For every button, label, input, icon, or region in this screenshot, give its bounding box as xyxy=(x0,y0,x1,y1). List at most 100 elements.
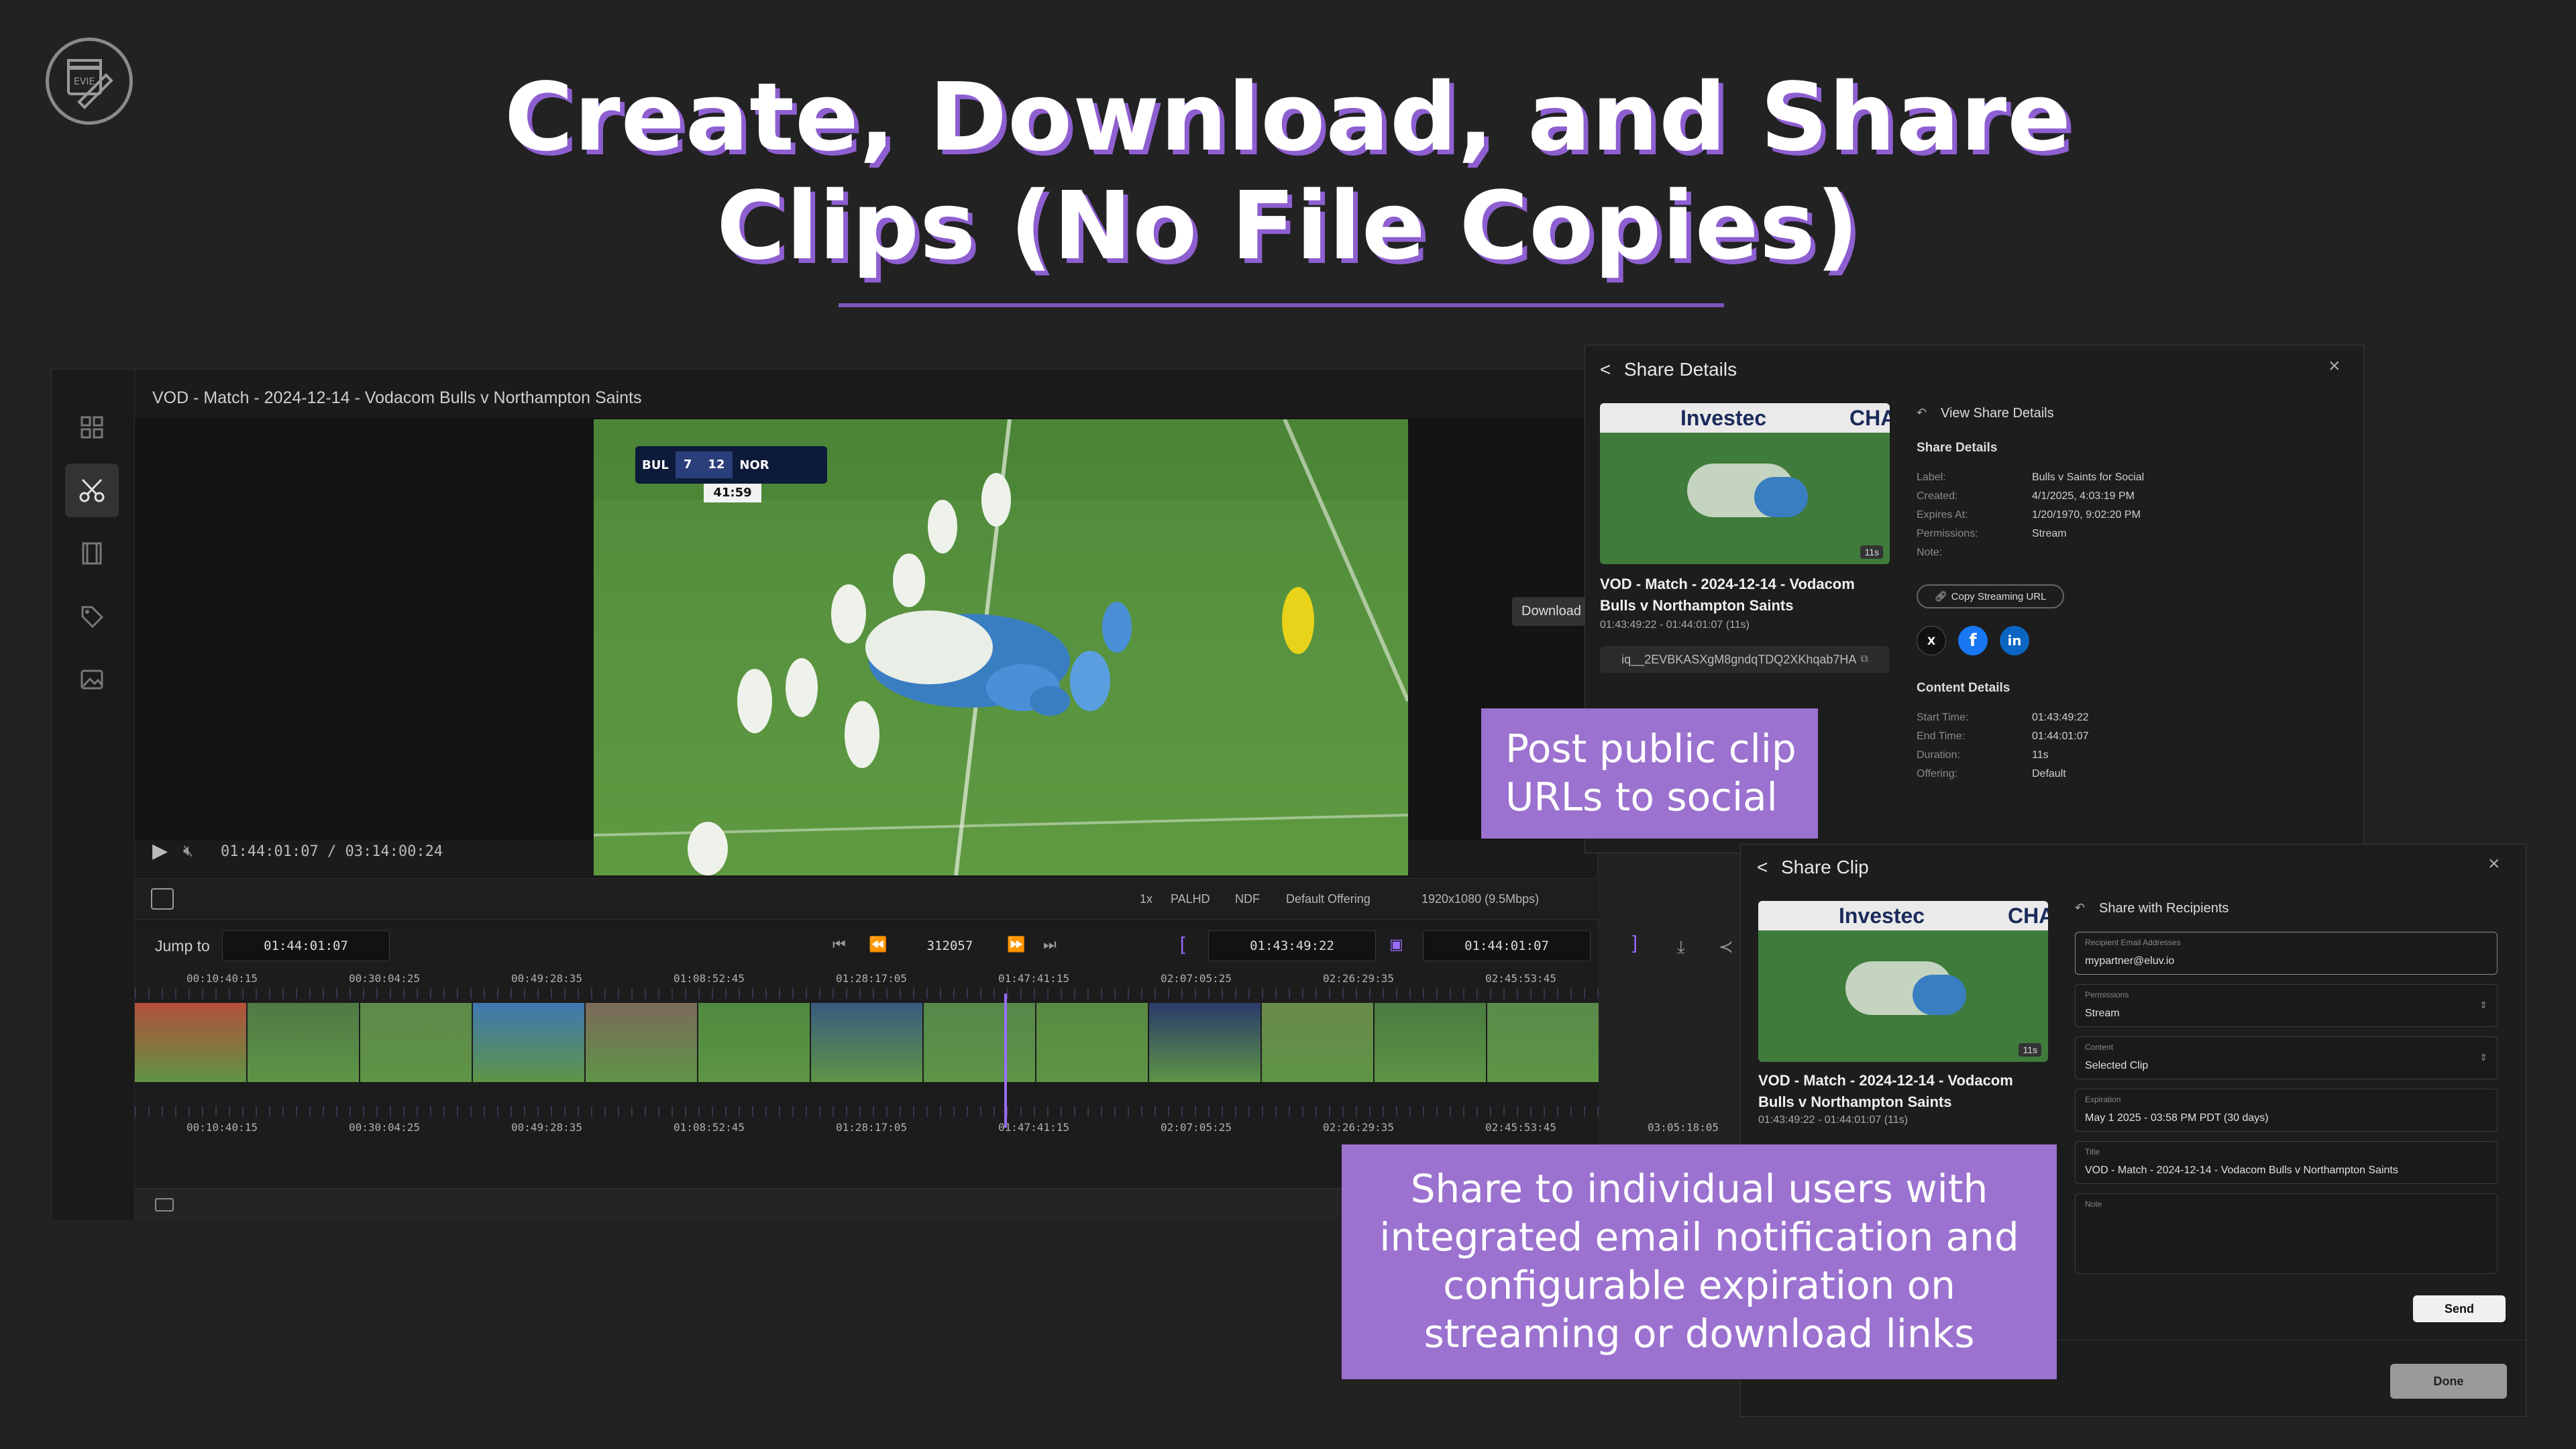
chevron-updown-icon: ⇕ xyxy=(2479,1052,2487,1063)
timeline-thumbnail[interactable] xyxy=(1036,1003,1148,1082)
step-forward-icon[interactable]: ⏩ xyxy=(1007,936,1025,953)
tick-label: 01:08:52:45 xyxy=(674,1121,745,1134)
linkedin-share-icon[interactable]: in xyxy=(2000,626,2029,655)
set-in-point-button[interactable]: [ xyxy=(1180,933,1185,955)
tick-label: 00:49:28:35 xyxy=(511,972,582,985)
rewind-icon[interactable]: ⏮ xyxy=(833,936,846,953)
undo-arrow-icon: ↶ xyxy=(2075,901,2086,914)
email-value: mypartner@eluv.io xyxy=(2085,955,2175,967)
timeline-ruler-bottom: 00:10:40:15 00:30:04:25 00:49:28:35 01:08:5… xyxy=(135,1106,1719,1136)
playhead[interactable] xyxy=(1004,994,1007,1128)
scorebug-clock: 41:59 xyxy=(704,484,761,502)
back-chevron-icon[interactable]: < xyxy=(1757,857,1768,878)
view-share-details-link[interactable]: View Share Details xyxy=(1941,406,2054,421)
clip-range: 01:43:49:22 - 01:44:01:07 (11s) xyxy=(1600,619,1750,631)
image-icon[interactable] xyxy=(65,653,119,706)
duration-badge: 11s xyxy=(2019,1043,2041,1057)
share-icon[interactable]: ≺ xyxy=(1719,936,1733,957)
callout-share-line-3: configurable expiration on xyxy=(1443,1263,1955,1308)
timeline-thumbnail[interactable] xyxy=(1262,1003,1373,1082)
jump-to-label: Jump to xyxy=(155,937,210,955)
scorebug-home: BUL xyxy=(642,458,669,472)
note-label: Note xyxy=(2085,1199,2102,1209)
content-select[interactable]: Content Selected Clip ⇕ xyxy=(2075,1036,2498,1079)
timeline-thumbnail[interactable] xyxy=(473,1003,584,1082)
clip-id[interactable]: iq__2EVBKASXgM8gndqTDQ2XKhqab7HA ⧉ xyxy=(1600,646,1890,673)
timecode-mode[interactable]: NDF xyxy=(1235,892,1260,906)
timeline-thumbnail[interactable] xyxy=(586,1003,697,1082)
duration-badge: 11s xyxy=(1860,545,1883,559)
playback-speed[interactable]: 1x xyxy=(1140,892,1152,906)
logo-text: EVIE xyxy=(74,76,95,87)
timeline-thumbnail[interactable] xyxy=(924,1003,1035,1082)
step-back-icon[interactable]: ⏪ xyxy=(869,936,887,953)
grid-icon[interactable] xyxy=(65,400,119,454)
film-icon[interactable] xyxy=(65,527,119,580)
tag-icon[interactable] xyxy=(65,590,119,643)
close-icon[interactable]: × xyxy=(2328,355,2341,378)
offering-select[interactable]: Default Offering xyxy=(1286,892,1371,906)
timeline-thumbnail[interactable] xyxy=(1149,1003,1260,1082)
detail-key: Permissions: xyxy=(1917,528,1978,539)
note-field[interactable]: Note xyxy=(2075,1193,2498,1274)
players-shape-blue xyxy=(1754,477,1808,517)
jump-to-input[interactable]: 01:44:01:07 xyxy=(222,930,390,961)
back-chevron-icon[interactable]: < xyxy=(1600,359,1611,380)
out-point-input[interactable]: 01:44:01:07 xyxy=(1423,930,1591,961)
mute-icon[interactable]: 🔇︎ xyxy=(183,842,193,861)
in-point-input[interactable]: 01:43:49:22 xyxy=(1208,930,1376,961)
download-icon[interactable]: ⤓ xyxy=(1677,936,1685,958)
share-with-recipients-heading: Share with Recipients xyxy=(2099,901,2229,916)
tick-label: 02:26:29:35 xyxy=(1323,1121,1394,1134)
timeline-toolbar: Jump to 01:44:01:07 ⏮ ⏪ 312057 ⏩ ⏭ [ 01:… xyxy=(135,926,1599,964)
clip-icon[interactable]: ▣ xyxy=(1389,936,1403,953)
resolution[interactable]: 1920x1080 (9.5Mbps) xyxy=(1421,892,1539,906)
tick-label: 03:05:18:05 xyxy=(1648,1121,1719,1134)
close-icon[interactable]: × xyxy=(2488,853,2500,875)
duration: 03:14:00:24 xyxy=(345,843,443,860)
timeline-thumbnail[interactable] xyxy=(1375,1003,1486,1082)
set-out-point-button[interactable]: ] xyxy=(1632,932,1638,953)
detail-value: Bulls v Saints for Social xyxy=(2032,472,2145,483)
timeline-thumbnail[interactable] xyxy=(135,1003,246,1082)
heading-line-2: Clips (No File Copies) xyxy=(716,172,1860,281)
title-label: Title xyxy=(2085,1147,2100,1157)
permissions-value: Stream xyxy=(2085,1008,2120,1019)
scorebug: BUL 7 12 NOR xyxy=(635,446,827,484)
copy-icon[interactable]: ⧉ xyxy=(1860,653,1868,665)
send-button[interactable]: Send xyxy=(2413,1295,2506,1322)
scissors-icon[interactable] xyxy=(65,464,119,517)
copy-streaming-url-button[interactable]: 🔗︎ Copy Streaming URL xyxy=(1917,584,2064,608)
timeline-thumbnail[interactable] xyxy=(248,1003,359,1082)
captions-icon[interactable] xyxy=(155,1198,174,1212)
tick-marks xyxy=(135,1106,1599,1117)
timeline-thumbnail[interactable] xyxy=(698,1003,810,1082)
scorebug-away: NOR xyxy=(739,458,769,472)
thumbnail-strip[interactable] xyxy=(135,1003,1599,1082)
copy-streaming-url-label: Copy Streaming URL xyxy=(1951,590,2047,602)
timeline-thumbnail[interactable] xyxy=(811,1003,922,1082)
video-frame[interactable]: BUL 7 12 NOR 41:59 xyxy=(593,418,1410,876)
current-time: 01:44:01:07 xyxy=(221,843,319,860)
timeline-thumbnail[interactable] xyxy=(360,1003,472,1082)
done-button[interactable]: Done xyxy=(2390,1364,2507,1399)
fast-forward-icon[interactable]: ⏭ xyxy=(1043,936,1057,953)
subtitles-icon[interactable] xyxy=(151,888,174,910)
tick-label: 01:28:17:05 xyxy=(836,972,907,985)
content-label: Content xyxy=(2085,1042,2114,1052)
x-share-icon[interactable]: X xyxy=(1917,626,1946,655)
timeline-thumbnail[interactable] xyxy=(1487,1003,1599,1082)
detail-key: Created: xyxy=(1917,490,1958,502)
scorebug-away-score: 12 xyxy=(700,451,733,478)
recipient-email-field[interactable]: Recipient Email Addresses mypartner@eluv… xyxy=(2075,932,2498,975)
title-field[interactable]: Title VOD - Match - 2024-12-14 - Vodacom… xyxy=(2075,1141,2498,1184)
title-value: VOD - Match - 2024-12-14 - Vodacom Bulls… xyxy=(2085,1165,2398,1176)
sponsor-text: Investec xyxy=(1680,406,1767,430)
app-logo[interactable]: EVIE xyxy=(46,38,133,125)
play-icon[interactable]: ▶ xyxy=(152,839,168,863)
undo-arrow-icon[interactable]: ↶ xyxy=(1917,406,1927,420)
permissions-select[interactable]: Permissions Stream ⇕ xyxy=(2075,984,2498,1027)
detail-value: 11s xyxy=(2032,749,2049,761)
expiration-field[interactable]: Expiration May 1 2025 - 03:58 PM PDT (30… xyxy=(2075,1089,2498,1132)
facebook-share-icon[interactable]: f xyxy=(1958,626,1988,655)
